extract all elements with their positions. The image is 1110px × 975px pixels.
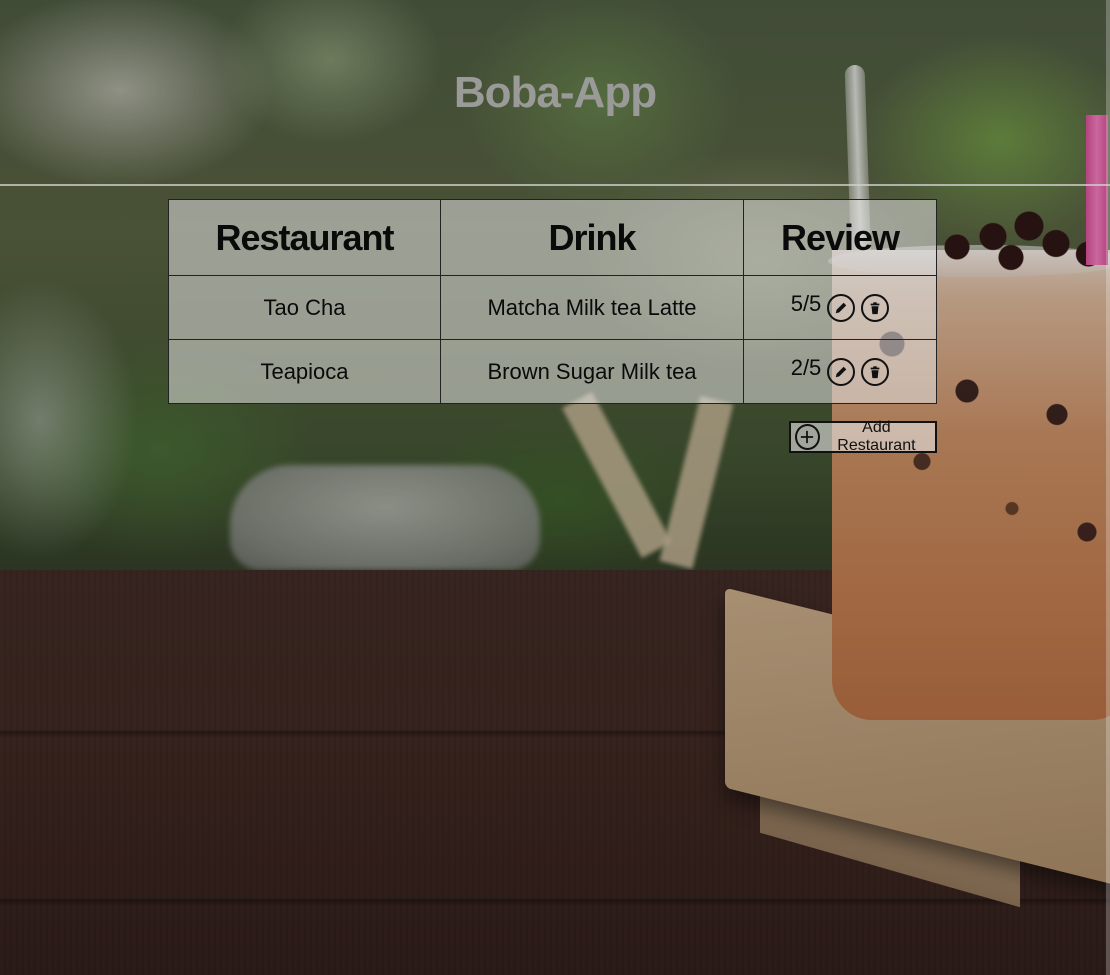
delete-button[interactable] xyxy=(861,293,890,322)
cell-restaurant: Tao Cha xyxy=(168,275,441,340)
review-score: 5/5 xyxy=(790,290,822,316)
table-row: Teapioca Brown Sugar Milk tea 2/5 xyxy=(168,339,937,404)
delete-button[interactable] xyxy=(861,357,890,386)
trash-icon xyxy=(870,365,880,378)
review-cell-content: 2/5 xyxy=(790,354,890,386)
column-header-drink: Drink xyxy=(440,199,744,276)
window-edge xyxy=(1106,0,1110,975)
edit-button[interactable] xyxy=(827,357,856,386)
background-dim-overlay xyxy=(0,0,1110,975)
add-restaurant-button[interactable]: Add Restaurant xyxy=(789,419,937,454)
app-viewport: Boba-App Restaurant Drink Review Tao Cha… xyxy=(0,0,1110,975)
restaurant-table: Restaurant Drink Review Tao Cha Matcha M… xyxy=(168,199,937,404)
column-header-review: Review xyxy=(743,199,937,276)
cell-drink: Matcha Milk tea Latte xyxy=(440,275,744,340)
cell-drink: Brown Sugar Milk tea xyxy=(440,339,744,404)
cell-review: 2/5 xyxy=(743,339,937,404)
plus-circle-icon xyxy=(795,424,820,450)
table-row: Tao Cha Matcha Milk tea Latte 5/5 xyxy=(168,275,937,340)
edit-button[interactable] xyxy=(827,293,856,322)
pencil-icon xyxy=(836,302,847,313)
column-header-restaurant: Restaurant xyxy=(168,199,441,276)
cell-restaurant: Teapioca xyxy=(168,339,441,404)
add-restaurant-label: Add Restaurant xyxy=(837,419,916,454)
app-title: Boba-App xyxy=(453,68,657,117)
trash-icon xyxy=(870,301,880,314)
review-cell-content: 5/5 xyxy=(790,290,890,322)
header-divider xyxy=(0,184,1110,186)
review-score: 2/5 xyxy=(790,354,822,380)
pencil-icon xyxy=(836,366,847,377)
cell-review: 5/5 xyxy=(743,275,937,340)
table-header-row: Restaurant Drink Review xyxy=(168,199,937,276)
